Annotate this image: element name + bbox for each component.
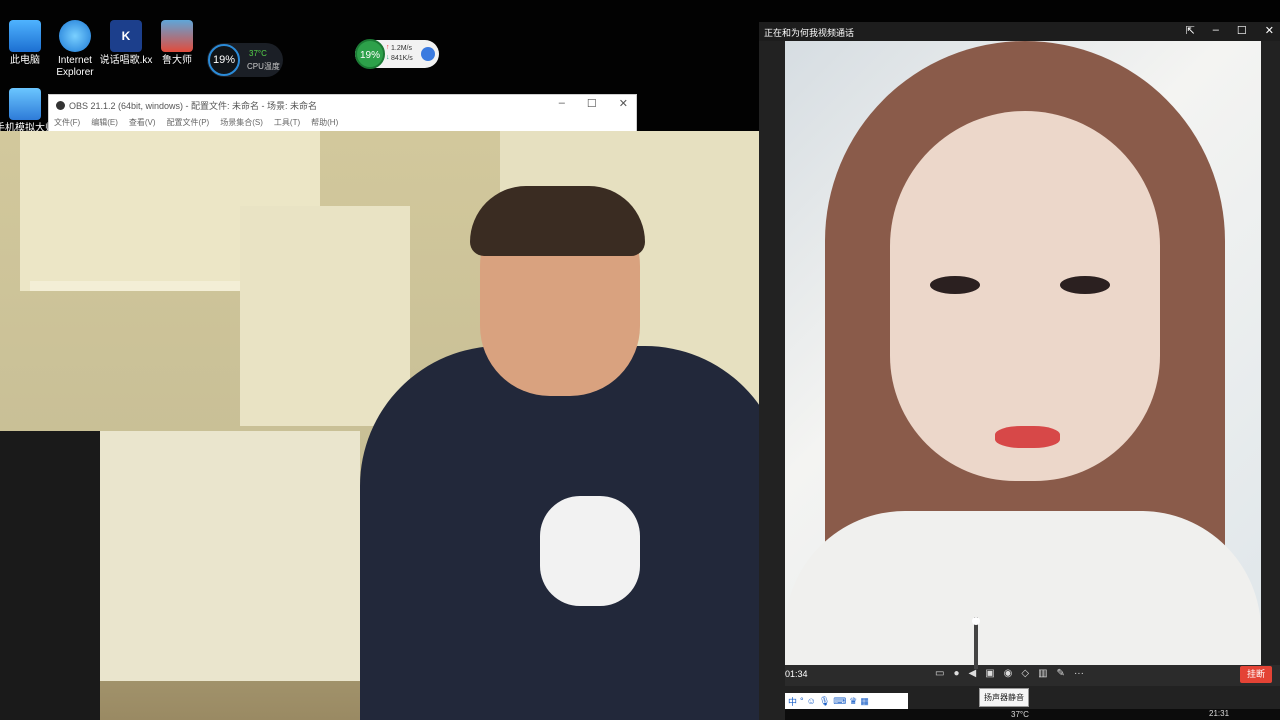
remote-eye-left [930,276,980,294]
maximize-icon[interactable]: ☐ [587,97,597,110]
obs-logo-icon [56,101,65,110]
up-arrow-icon: ↑ [386,44,390,51]
ludashi-icon [161,20,193,52]
close-icon[interactable]: ✕ [1265,24,1274,37]
toolbox-icon[interactable]: ▦ [860,696,869,707]
cpu-percent: 19% [208,44,240,76]
menu-help[interactable]: 帮助(H) [311,117,338,128]
remote-video [785,41,1261,665]
remote-lips [995,426,1060,448]
video-call-window[interactable]: 正在和为何我视频通话 ⇱ – ☐ ✕ 01:34 ▭ ● ◀ ▣ ◉ ◇ ▥ ✎… [759,22,1280,720]
net-up: 1.2M/s [391,45,413,52]
obs-menubar: 文件(F) 编辑(E) 查看(V) 配置文件(P) 场景集合(S) 工具(T) … [54,117,338,128]
menu-scene-collection[interactable]: 场景集合(S) [220,117,263,128]
remote-eye-right [1060,276,1110,294]
screenshot-icon[interactable]: ◉ [1004,668,1013,679]
edit-icon[interactable]: ✎ [1057,668,1065,679]
robe-white-patch [540,496,640,606]
down-arrow-icon: ↓ [386,54,390,61]
call-title: 正在和为何我视频通话 [764,28,855,38]
menu-file[interactable]: 文件(F) [54,117,80,128]
hangup-button[interactable]: 挂断 [1240,666,1272,683]
taskbar-clock[interactable]: 21:31 [1209,709,1229,718]
camera-icon[interactable]: ▣ [985,668,994,679]
pin-icon[interactable]: ⇱ [1186,24,1195,37]
ime-toolbar[interactable]: 中 ° ☺ 🎙 ⌨ ♛ ▦ [785,693,908,709]
emulator-icon [9,88,41,120]
skin-icon[interactable]: ♛ [849,696,857,707]
cabinet-section [240,206,410,426]
call-controls: ▭ ● ◀ ▣ ◉ ◇ ▥ ✎ ··· [935,668,1084,679]
minimize-icon[interactable]: – [559,97,565,110]
taskbar: 37°C 21:31 [785,709,1280,720]
voice-icon[interactable]: 🎙 [819,696,830,707]
punctuation-icon[interactable]: ° [800,696,804,706]
menu-tools[interactable]: 工具(T) [274,117,300,128]
more-icon[interactable]: ··· [1074,668,1084,679]
lower-cabinet [60,431,360,681]
desktop-icon-ludashi[interactable]: 鲁大师 [144,20,210,67]
emoji-icon[interactable]: ☺ [807,696,816,706]
speaker-mute-tooltip: 扬声器静音 [979,688,1029,707]
call-duration: 01:34 [785,669,808,679]
minimize-icon[interactable]: – [1213,24,1219,37]
menu-edit[interactable]: 编辑(E) [91,117,118,128]
net-percent: 19% [355,39,385,69]
effects-icon[interactable]: ◇ [1021,668,1029,679]
network-widget[interactable]: 19% ↑ 1.2M/s ↓ 841K/s [355,39,439,69]
chair [0,431,100,720]
ime-mode[interactable]: 中 [788,695,797,708]
message-icon[interactable]: ▭ [935,668,944,679]
net-down: 841K/s [391,55,413,62]
call-titlebar: 正在和为何我视频通话 ⇱ – ☐ ✕ [759,22,1280,41]
kx-icon: K [110,20,142,52]
obs-window[interactable]: OBS 21.1.2 (64bit, windows) - 配置文件: 未命名 … [48,94,637,132]
obs-window-controls: – ☐ ✕ [559,97,628,110]
taskbar-temp: 37°C [1011,710,1029,719]
accelerate-icon [421,47,435,61]
volume-slider[interactable] [972,617,980,669]
keyboard-icon[interactable]: ⌨ [833,696,846,707]
maximize-icon[interactable]: ☐ [1237,24,1247,37]
computer-icon [9,20,41,52]
call-toolbar: 01:34 ▭ ● ◀ ▣ ◉ ◇ ▥ ✎ ··· 挂断 [785,665,1280,686]
obs-titlebar: OBS 21.1.2 (64bit, windows) - 配置文件: 未命名 … [56,99,317,112]
menu-profile[interactable]: 配置文件(P) [167,117,210,128]
menu-view[interactable]: 查看(V) [129,117,156,128]
ie-icon [59,20,91,52]
desktop-icon-label: 鲁大师 [162,55,192,66]
layout-icon[interactable]: ▥ [1038,668,1047,679]
call-window-controls: ⇱ – ☐ ✕ [1186,24,1274,37]
remote-white-coat [785,511,1261,665]
microphone-icon[interactable]: ● [953,668,959,679]
person-hair [470,186,645,256]
speaker-icon[interactable]: ◀ [969,668,977,679]
obs-title: OBS 21.1.2 (64bit, windows) - 配置文件: 未命名 … [69,101,318,111]
volume-knob[interactable] [972,617,980,625]
cpu-temp-label: CPU温度 [247,62,280,71]
close-icon[interactable]: ✕ [619,97,628,110]
local-webcam-video [0,131,785,720]
cpu-temp: 37°C [249,49,267,58]
cpu-widget[interactable]: 19% 37°C CPU温度 [207,43,283,77]
